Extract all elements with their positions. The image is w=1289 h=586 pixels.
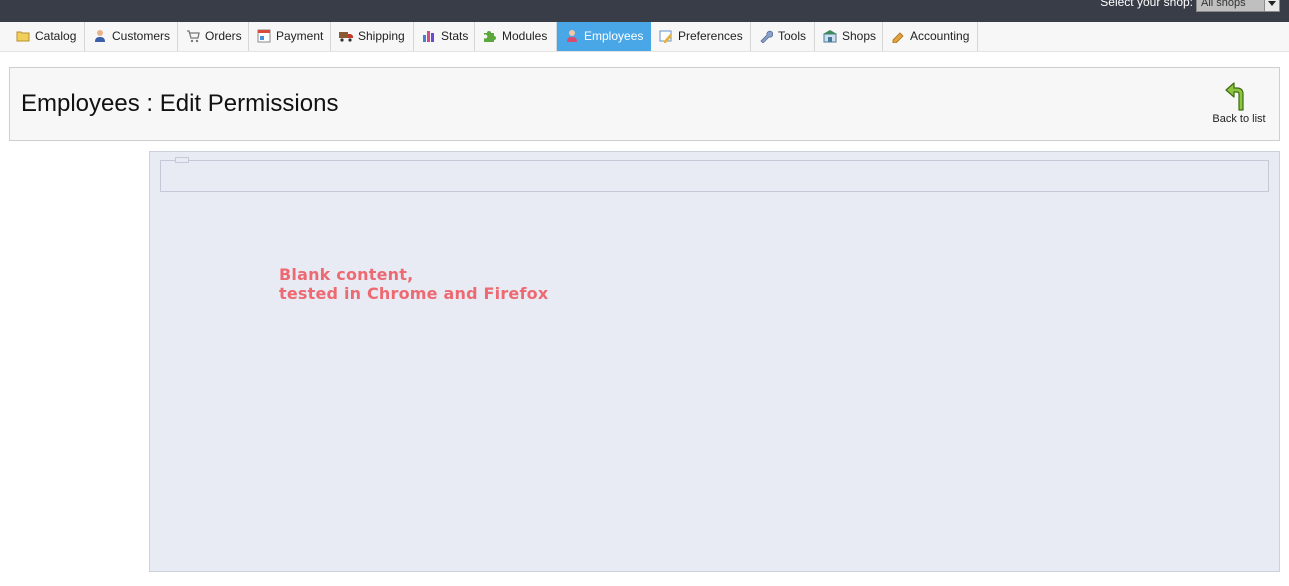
page-title: Employees : Edit Permissions: [21, 90, 339, 117]
tab-label: Shops: [842, 29, 877, 43]
tab-orders[interactable]: Orders: [178, 22, 249, 51]
tab-accounting[interactable]: Accounting: [883, 22, 978, 51]
cart-icon: [187, 30, 200, 43]
tab-label: Preferences: [678, 29, 743, 43]
tab-label: Modules: [502, 29, 548, 43]
main-tab-bar: Catalog Customers Orders Payment Shippin…: [0, 22, 1289, 52]
tab-label: Customers: [112, 29, 171, 43]
tab-customers[interactable]: Customers: [85, 22, 178, 51]
tab-catalog[interactable]: Catalog: [8, 22, 85, 51]
customer-icon: [95, 29, 105, 42]
tab-tools[interactable]: Tools: [751, 22, 815, 51]
tab-employees[interactable]: Employees: [557, 22, 651, 51]
tab-shops[interactable]: Shops: [815, 22, 883, 51]
tab-label: Payment: [276, 29, 324, 43]
tab-label: Catalog: [35, 29, 77, 43]
shop-icon: [823, 29, 837, 43]
tab-payment[interactable]: Payment: [249, 22, 331, 51]
tab-label: Accounting: [910, 29, 970, 43]
back-to-list-label: Back to list: [1212, 113, 1266, 125]
blank-content-note: Blank content, tested in Chrome and Fire…: [279, 265, 548, 303]
tab-modules[interactable]: Modules: [475, 22, 557, 51]
folder-icon: [16, 31, 30, 42]
shop-select-value: All shops: [1201, 0, 1246, 9]
preferences-icon: [659, 30, 672, 43]
tab-shipping[interactable]: Shipping: [331, 22, 414, 51]
permissions-content-panel: Blank content, tested in Chrome and Fire…: [149, 151, 1280, 572]
shop-select[interactable]: All shops: [1196, 0, 1280, 12]
shop-select-label: Select your shop:: [1100, 0, 1193, 9]
pencil-icon: [892, 32, 904, 43]
tab-label: Shipping: [358, 29, 405, 43]
top-header-bar: Select your shop: All shops: [0, 0, 1289, 22]
fieldset-legend: [175, 157, 189, 163]
tab-label: Stats: [441, 29, 469, 43]
note-line-1: Blank content,: [279, 265, 414, 284]
tab-label: Tools: [778, 29, 807, 43]
chevron-down-icon[interactable]: [1264, 0, 1279, 11]
tab-preferences[interactable]: Preferences: [651, 22, 751, 51]
puzzle-icon: [484, 30, 496, 42]
tab-stats[interactable]: Stats: [414, 22, 475, 51]
bar-chart-icon: [423, 30, 434, 42]
tab-label: Employees: [584, 29, 644, 43]
tab-label: Orders: [205, 29, 242, 43]
wrench-icon: [760, 30, 773, 43]
employee-icon: [567, 29, 577, 42]
permissions-fieldset: [160, 157, 1269, 192]
page-header-box: Employees : Edit Permissions Back to lis…: [9, 67, 1280, 141]
back-to-list-button[interactable]: Back to list: [1211, 80, 1267, 128]
note-line-2: tested in Chrome and Firefox: [279, 284, 549, 303]
payment-icon: [257, 29, 271, 43]
back-arrow-icon: [1225, 82, 1244, 111]
truck-icon: [339, 31, 353, 42]
